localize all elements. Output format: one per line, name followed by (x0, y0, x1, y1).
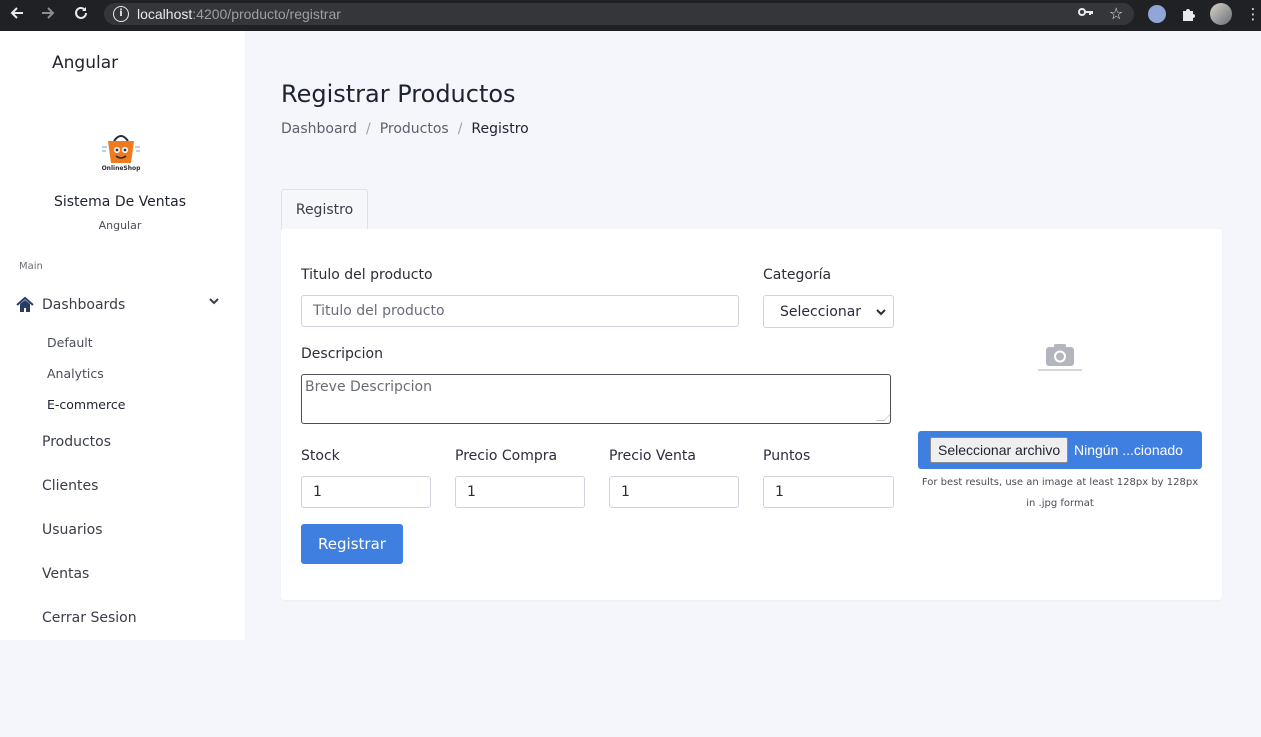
categoria-select[interactable]: Seleccionar (763, 295, 894, 328)
stock-label: Stock (301, 448, 340, 464)
section-label-main: Main (19, 261, 43, 272)
sidebar-item-ventas[interactable]: Ventas (16, 562, 89, 586)
sidebar: Angular OnlineShop Sistema De Ventas Ang… (0, 31, 245, 640)
url-text: localhost:4200/producto/registrar (137, 6, 341, 22)
precio-venta-input[interactable]: 1 (609, 476, 739, 508)
profile-avatar[interactable] (1210, 3, 1232, 25)
descripcion-textarea[interactable]: Breve Descripcion (301, 374, 892, 424)
sidebar-item-label: Cerrar Sesion (42, 610, 137, 626)
titulo-input[interactable]: Titulo del producto (301, 295, 739, 327)
sidebar-item-label: Ventas (42, 566, 90, 582)
system-name: Sistema De Ventas (53, 194, 187, 210)
descripcion-label: Descripcion (301, 346, 383, 362)
precio-venta-label: Precio Venta (609, 448, 696, 464)
precio-compra-input[interactable]: 1 (455, 476, 585, 508)
breadcrumb-productos[interactable]: Productos (380, 121, 449, 137)
logo-text: OnlineShop (102, 165, 142, 172)
chevron-down-icon (876, 303, 886, 320)
breadcrumb: Dashboard / Productos / Registro (281, 121, 529, 137)
tab-registro[interactable]: Registro (281, 189, 368, 230)
kebab-menu-icon[interactable]: ⋮ (1243, 4, 1261, 24)
sidebar-subitem-default[interactable]: Default (47, 335, 93, 350)
book-icon (16, 477, 34, 495)
registrar-button[interactable]: Registrar (301, 524, 403, 564)
titulo-label: Titulo del producto (301, 267, 433, 283)
stock-input[interactable]: 1 (301, 476, 431, 508)
url-path: :4200/producto/registrar (192, 6, 341, 22)
back-icon[interactable] (3, 0, 31, 27)
breadcrumb-separator: / (365, 121, 371, 137)
choose-file-button[interactable]: Seleccionar archivo (930, 437, 1069, 463)
book-icon (16, 565, 34, 583)
chevron-down-icon[interactable] (208, 295, 220, 310)
book-icon (16, 521, 34, 539)
system-subtitle: Angular (98, 219, 142, 232)
descripcion-placeholder: Breve Descripcion (305, 379, 432, 395)
categoria-selected-value: Seleccionar (780, 304, 862, 320)
url-host: localhost (137, 6, 193, 22)
key-icon[interactable] (1078, 5, 1094, 24)
camera-icon (1037, 342, 1083, 374)
onlineshop-logo: OnlineShop (100, 129, 142, 173)
puzzle-icon[interactable] (1178, 4, 1198, 24)
home-icon (16, 296, 34, 314)
breadcrumb-dashboard[interactable]: Dashboard (281, 121, 357, 137)
categoria-label: Categoría (763, 267, 832, 283)
book-icon (16, 433, 34, 451)
puntos-label: Puntos (763, 448, 811, 464)
sidebar-item-label: Dashboards (42, 297, 126, 313)
sidebar-item-label: Clientes (42, 478, 99, 494)
breadcrumb-separator: / (457, 121, 463, 137)
puntos-input[interactable]: 1 (763, 476, 894, 508)
resize-grip-icon[interactable] (876, 413, 892, 421)
address-bar[interactable]: i localhost:4200/producto/registrar ☆ (104, 3, 1134, 25)
sidebar-item-productos[interactable]: Productos (16, 430, 111, 454)
forward-icon[interactable] (34, 0, 62, 27)
sidebar-item-label: Productos (42, 434, 112, 450)
sidebar-item-cerrar-sesion[interactable]: Cerrar Sesion (16, 606, 137, 630)
star-icon[interactable]: ☆ (1109, 5, 1123, 23)
browser-toolbar: i localhost:4200/producto/registrar ☆ ⋮ (0, 0, 1261, 31)
file-upload-bar: Seleccionar archivo Ningún ...cionado (918, 431, 1202, 469)
sidebar-item-dashboards[interactable]: Dashboards (16, 293, 231, 317)
image-hint-text: For best results, use an image at least … (921, 477, 1199, 509)
sidebar-subitem-ecommerce[interactable]: E-commerce (47, 397, 125, 412)
extension-circle-icon[interactable] (1148, 5, 1166, 23)
sidebar-item-label: Usuarios (42, 522, 103, 538)
book-icon (16, 609, 34, 627)
breadcrumb-registro: Registro (471, 121, 529, 137)
sidebar-item-usuarios[interactable]: Usuarios (16, 518, 103, 542)
info-icon[interactable]: i (113, 6, 129, 22)
precio-compra-label: Precio Compra (455, 448, 558, 464)
sidebar-item-clientes[interactable]: Clientes (16, 474, 98, 498)
brand-title[interactable]: Angular (52, 53, 118, 73)
page-title: Registrar Productos (281, 80, 516, 108)
sidebar-subitem-analytics[interactable]: Analytics (47, 366, 104, 381)
reload-icon[interactable] (67, 0, 95, 27)
file-status-text: Ningún ...cionado (1074, 442, 1183, 458)
